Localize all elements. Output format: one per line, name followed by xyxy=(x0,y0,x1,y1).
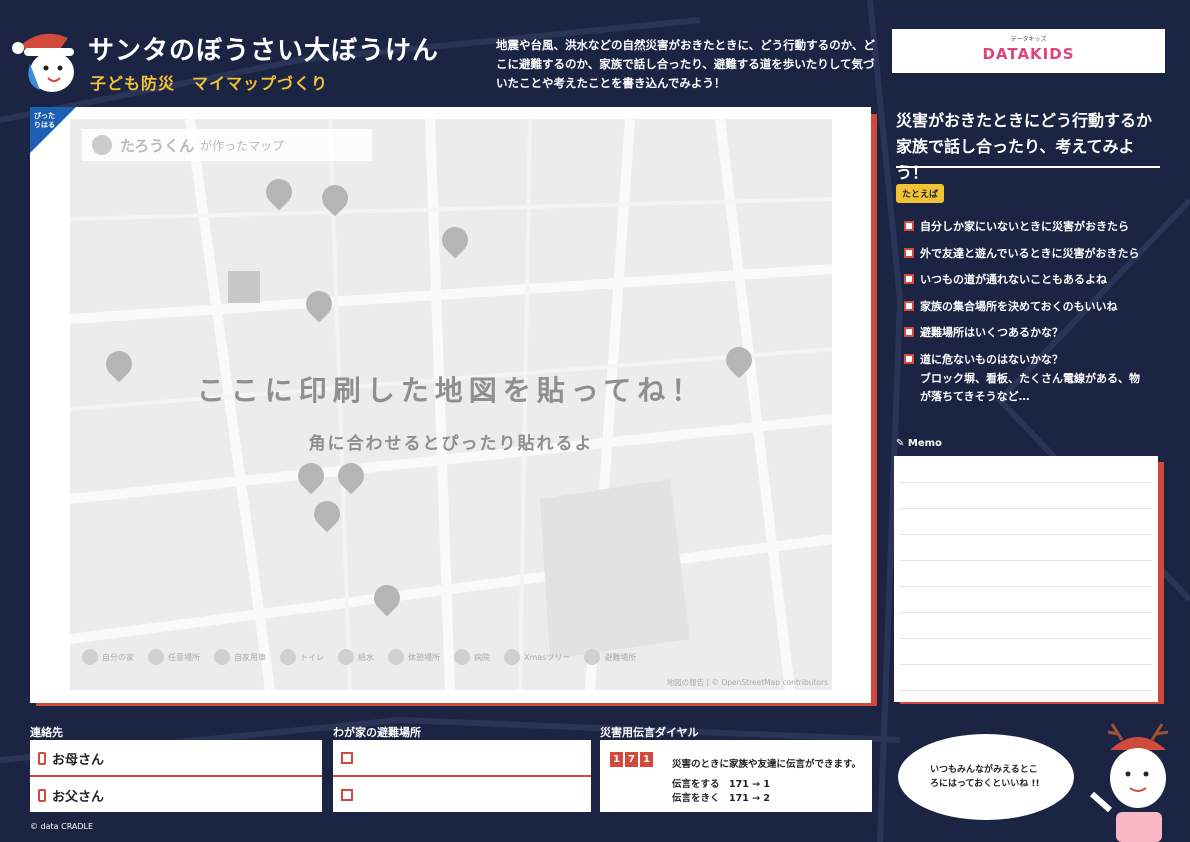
checkbox[interactable] xyxy=(904,247,914,258)
map-title-icon xyxy=(92,135,112,155)
map-subline: 角に合わせるとぴったり貼れるよ xyxy=(308,434,594,454)
speech-bubble: いつもみんながみえるところにはっておくといいね !! xyxy=(898,734,1074,820)
memo-area[interactable] xyxy=(894,456,1158,702)
legend-toilet: トイレ xyxy=(280,649,324,665)
right-divider xyxy=(896,166,1160,168)
rest-icon xyxy=(388,649,404,665)
home-icon xyxy=(82,649,98,665)
intro-text: 地震や台風、洪水などの自然災害がおきたときに、どう行動するのか、どこに避難するの… xyxy=(496,38,875,90)
checklist-note: ブロック塀、看板、たくさん電線がある、物が落ちてきそうなど… xyxy=(920,371,1140,403)
checklist-item: 道に危ないものはないかな？ xyxy=(904,351,1174,368)
memo-line xyxy=(900,638,1152,639)
memo-line xyxy=(900,586,1152,587)
reindeer-mascot xyxy=(1090,723,1169,842)
map-headline: ここに印刷した地図を貼ってね！ xyxy=(196,374,706,407)
water-icon xyxy=(338,649,354,665)
contact-father[interactable]: お父さん xyxy=(30,777,322,813)
santa-logo xyxy=(12,33,74,92)
evacuation-sign-icon xyxy=(228,271,260,303)
shelter-title: わが家の避難場所 xyxy=(333,726,421,739)
copyright: © data CRADLE xyxy=(30,822,94,831)
map-legend: 自分の家 任意場所 自家用車 トイレ 給水 休憩場所 病院 Xmasツリー 避難… xyxy=(82,649,636,665)
example-badge: たとえば xyxy=(896,184,945,203)
map-owner-name: たろうくん xyxy=(120,136,195,155)
brand-kana: データキッズ xyxy=(1010,36,1047,43)
page-title: サンタのぼうさい大ぼうけん xyxy=(88,36,440,66)
speech-bubble-text: いつもみんながみえるところにはっておくといいね !! xyxy=(930,765,1040,789)
memo-line xyxy=(900,534,1152,535)
tree-icon xyxy=(504,649,520,665)
checklist-item: 避難場所はいくつあるかな？ xyxy=(904,324,1174,341)
memo-line xyxy=(900,690,1152,691)
right-heading: 災害がおきたときにどう行動するか家族で話し合ったり、考えてみよう！ xyxy=(896,111,1153,182)
checklist: 自分しか家にいないときに災害がおきたら 外で友達と遊んでいるときに災害がおきたら… xyxy=(904,218,1174,406)
map-title-suffix: が作ったマップ xyxy=(200,138,285,153)
memo-line xyxy=(900,508,1152,509)
checklist-item: 自分しか家にいないときに災害がおきたら xyxy=(904,218,1174,235)
checkbox[interactable] xyxy=(904,353,914,364)
brand-logo: データキッズ DATAKIDS xyxy=(892,29,1165,73)
checklist-item: 外で友達と遊んでいるときに災害がおきたら xyxy=(904,245,1174,262)
checkbox[interactable] xyxy=(904,300,914,311)
dial-record: 伝言をする 171 → 1 xyxy=(672,779,771,790)
legend-water: 給水 xyxy=(338,649,374,665)
memo-line xyxy=(900,482,1152,483)
checkbox[interactable] xyxy=(904,327,914,337)
legend-any: 任意場所 xyxy=(148,649,200,665)
shelter-icon xyxy=(584,649,601,665)
brand-text: DATAKIDS xyxy=(982,45,1075,63)
phone-icon xyxy=(38,751,46,765)
toilet-icon xyxy=(280,649,296,665)
checklist-item: 家族の集合場所を決めておくのもいいね xyxy=(904,298,1174,315)
legend-rest: 休憩場所 xyxy=(388,649,440,665)
memo-label: ✎ Memo xyxy=(896,438,942,449)
legend-hospital: 病院 xyxy=(454,649,490,665)
contact-mother[interactable]: お母さん xyxy=(30,740,322,776)
memo-line xyxy=(900,612,1152,613)
dial-title: 災害用伝言ダイヤル xyxy=(600,726,699,739)
shelter-icon xyxy=(341,789,353,801)
legend-home: 自分の家 xyxy=(82,649,134,665)
memo-line xyxy=(900,560,1152,561)
checklist-item: いつもの道が通れないこともあるよね xyxy=(904,271,1174,288)
phone-icon xyxy=(38,788,46,802)
corner-tag-text: ぴったりはる xyxy=(34,112,55,129)
shelter-box xyxy=(333,740,591,812)
page-subtitle: 子ども防災 マイマップづくり xyxy=(90,74,329,93)
map-area[interactable]: たろうくん が作ったマップ ここに印刷した地図を貼ってね！ 角に合わせるとぴった… xyxy=(70,119,832,690)
memo-line xyxy=(900,664,1152,665)
shelter-row-1[interactable] xyxy=(333,740,591,776)
legend-shelter: 避難場所 xyxy=(584,649,636,665)
place-icon xyxy=(148,649,164,665)
car-icon xyxy=(214,649,230,665)
checkbox[interactable] xyxy=(904,274,914,284)
dial-number: 1 7 1 xyxy=(610,752,653,767)
checkbox[interactable] xyxy=(904,221,914,231)
contacts-title: 連絡先 xyxy=(30,726,63,739)
hospital-icon xyxy=(454,649,470,665)
dial-play: 伝言をきく 171 → 2 xyxy=(672,793,771,804)
map-credit: 地図の報告 | © OpenStreetMap contributors xyxy=(666,678,828,687)
dial-box: 1 7 1 災害のときに家族や友達に伝言ができます。 伝言をする 171 → 1… xyxy=(600,740,872,812)
legend-tree: Xmasツリー xyxy=(504,649,570,665)
contacts-box: お母さん お父さん xyxy=(30,740,322,812)
map-title: たろうくん が作ったマップ xyxy=(82,129,372,161)
shelter-icon xyxy=(341,752,353,764)
legend-car: 自家用車 xyxy=(214,649,266,665)
map-panel: ぴったりはる たろうくん が作ったマップ ここに印刷した地図を貼ってね！ 角に合… xyxy=(30,107,871,703)
shelter-row-2[interactable] xyxy=(333,777,591,813)
dial-description: 災害のときに家族や友達に伝言ができます。 xyxy=(672,759,862,770)
